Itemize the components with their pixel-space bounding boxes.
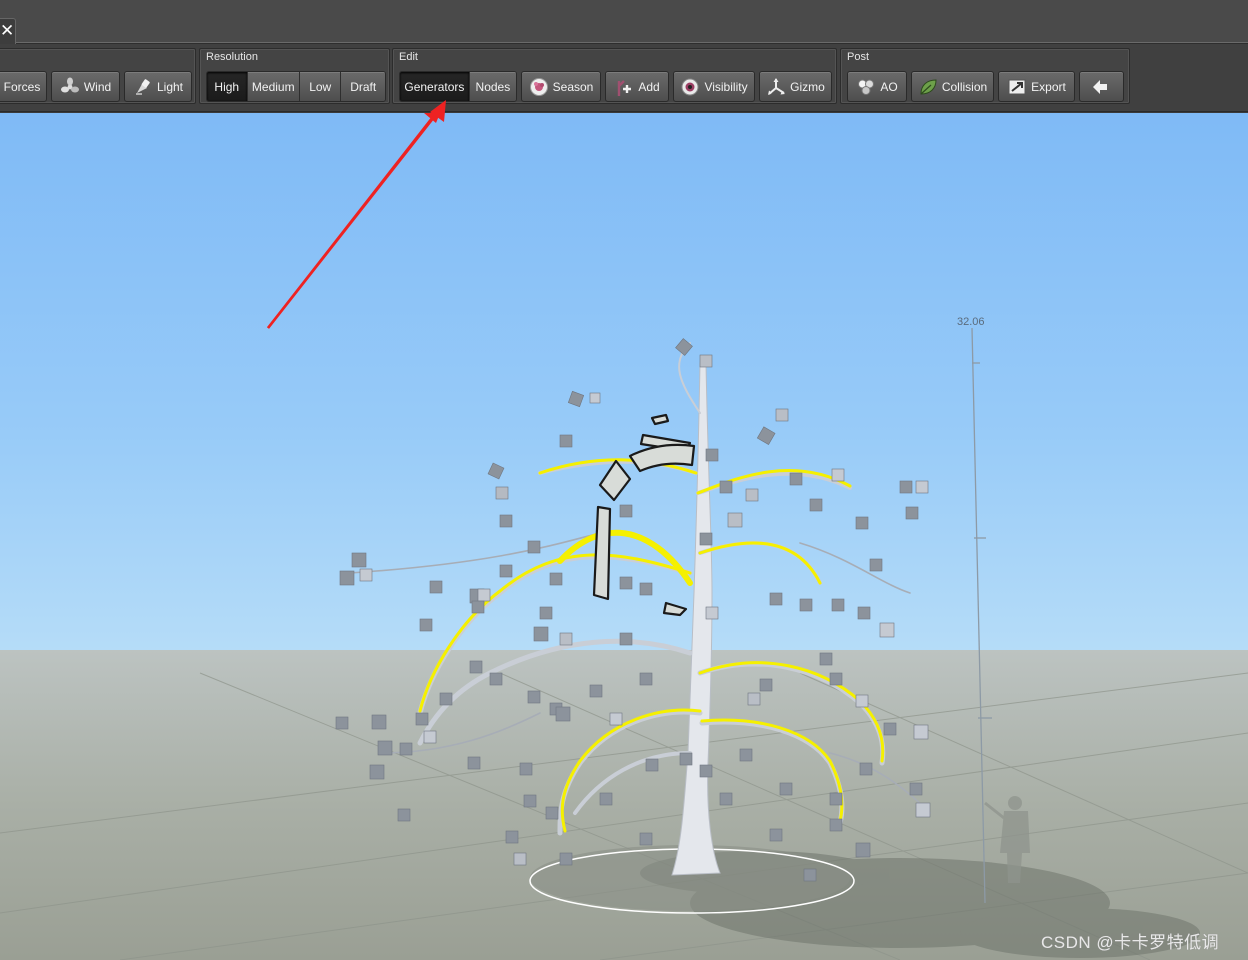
- tab-strip: ✕: [0, 0, 1248, 44]
- add-branch-icon: [618, 79, 632, 96]
- light-button[interactable]: Light: [124, 71, 192, 102]
- back-button[interactable]: [1079, 71, 1124, 102]
- close-icon: ✕: [0, 21, 15, 40]
- eye-icon: [681, 78, 699, 95]
- scene-canvas: [0, 113, 1248, 960]
- resolution-group-label: Resolution: [206, 51, 258, 63]
- resolution-high-button[interactable]: High: [207, 72, 248, 101]
- arrow-left-icon: [1092, 79, 1107, 94]
- resolution-medium-button[interactable]: Medium: [247, 72, 300, 101]
- height-scale: [971, 327, 992, 904]
- season-flower-icon: [529, 77, 548, 96]
- visibility-button[interactable]: Visibility: [673, 71, 755, 102]
- collision-leaf-icon: [920, 78, 937, 95]
- generators-mode-button[interactable]: Generators: [400, 72, 470, 101]
- watermark-text: CSDN @卡卡罗特低调: [1041, 933, 1220, 952]
- fan-icon: [60, 77, 79, 92]
- edit-mode-selector: Generators Nodes: [399, 71, 517, 102]
- view-group: Forces Wind Light: [0, 48, 196, 104]
- toolbar: Forces Wind Light Resolution High Medium…: [0, 44, 1248, 112]
- annotation-arrow: [266, 113, 441, 329]
- add-button[interactable]: Add: [605, 71, 669, 102]
- resolution-selector: High Medium Low Draft: [206, 71, 386, 102]
- post-group: Post AO Collision Export: [840, 48, 1130, 104]
- resolution-group: Resolution High Medium Low Draft: [199, 48, 390, 104]
- tab-divider: [16, 42, 1248, 43]
- forces-button[interactable]: Forces: [0, 71, 47, 102]
- close-tab-button[interactable]: ✕: [0, 18, 16, 44]
- height-scale-label: 32.06: [957, 316, 985, 328]
- tree-leaves: [335, 338, 931, 882]
- collision-button[interactable]: Collision: [911, 71, 994, 102]
- resolution-draft-button[interactable]: Draft: [341, 72, 385, 101]
- nodes-mode-button[interactable]: Nodes: [469, 72, 516, 101]
- export-button[interactable]: Export: [998, 71, 1075, 102]
- resolution-low-button[interactable]: Low: [299, 72, 342, 101]
- ao-spheres-icon: [858, 79, 875, 95]
- ao-button[interactable]: AO: [847, 71, 907, 102]
- gizmo-axes-icon: [768, 77, 786, 95]
- gizmo-button[interactable]: Gizmo: [759, 71, 832, 102]
- export-icon: [1008, 79, 1026, 94]
- edit-group: Edit Generators Nodes Season Add Visibil…: [392, 48, 837, 104]
- season-button[interactable]: Season: [521, 71, 601, 102]
- edit-group-label: Edit: [399, 51, 418, 63]
- wind-button[interactable]: Wind: [51, 71, 120, 102]
- spotlight-icon: [135, 78, 150, 95]
- post-group-label: Post: [847, 51, 870, 63]
- 3d-viewport[interactable]: 32.06 CSDN @卡卡罗特低调: [0, 113, 1248, 960]
